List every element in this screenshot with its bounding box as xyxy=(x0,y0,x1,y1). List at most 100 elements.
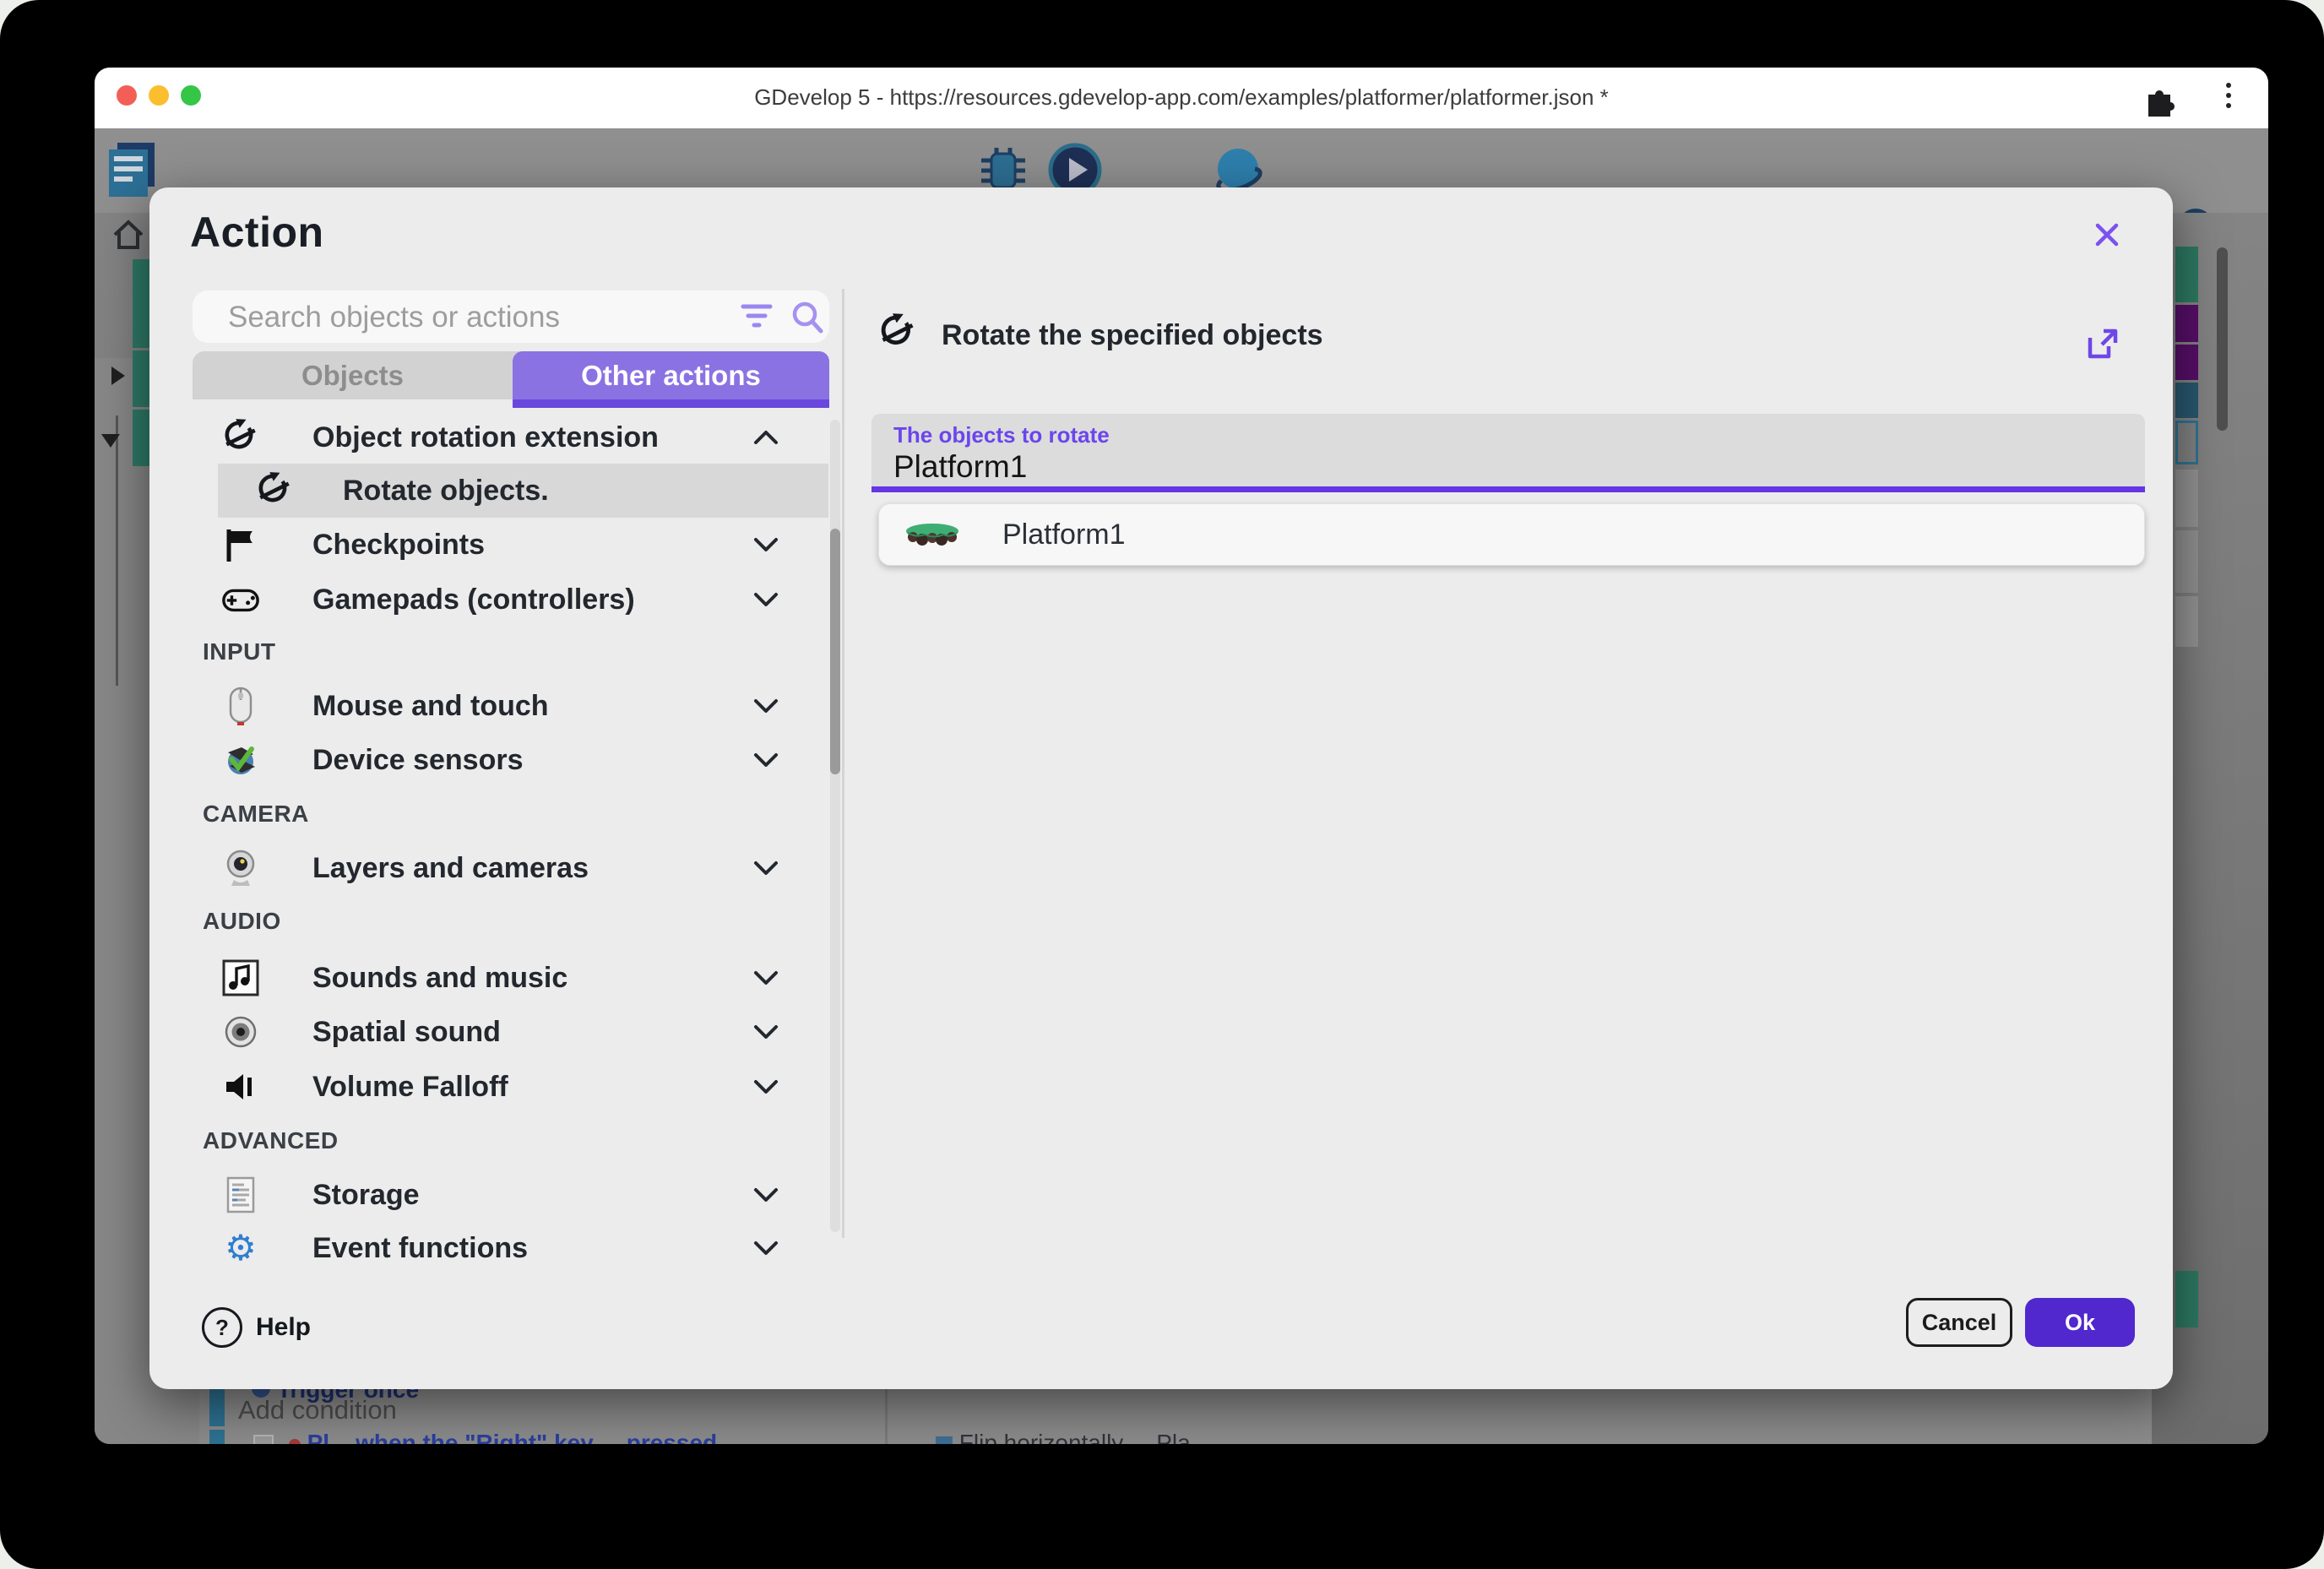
list-item-event-functions[interactable]: ⚙ Event functions xyxy=(193,1220,829,1276)
keyboard-icon xyxy=(253,1435,274,1444)
action-dialog: Action Objects Other actions xyxy=(149,187,2173,1389)
list-item-label: Spatial sound xyxy=(312,1016,501,1049)
list-item-label: Gamepads (controllers) xyxy=(312,584,635,616)
objects-field-underline xyxy=(872,486,2145,492)
list-item-label: Mouse and touch xyxy=(312,690,549,723)
tab-other-actions[interactable]: Other actions xyxy=(513,351,829,399)
scene-block-purple xyxy=(2175,345,2198,380)
add-condition-link: Add condition xyxy=(238,1395,397,1425)
scene-block-gray xyxy=(2175,530,2198,593)
objects-field-input[interactable] xyxy=(892,448,2077,486)
event-action-fragment: Flip horizontally ... Pla... xyxy=(936,1430,1476,1444)
list-scrollbar-thumb[interactable] xyxy=(830,529,840,774)
music-note-icon xyxy=(221,958,260,997)
suggestion-label: Platform1 xyxy=(1002,518,1126,551)
volume-icon xyxy=(221,1067,260,1106)
flip-icon xyxy=(936,1436,953,1444)
rotation-icon xyxy=(877,312,918,353)
rotation-icon xyxy=(255,471,294,510)
event-block xyxy=(133,350,151,407)
chevron-down-icon xyxy=(752,751,780,774)
expand-arrow-icon xyxy=(111,366,125,385)
browser-titlebar: GDevelop 5 - https://resources.gdevelop-… xyxy=(95,68,2268,128)
list-item-label: Object rotation extension xyxy=(312,421,659,454)
browser-menu-kebab-icon[interactable] xyxy=(2226,80,2231,111)
screenshot-frame: GDevelop 5 - https://resources.gdevelop-… xyxy=(0,0,2324,1569)
list-item-label: Rotate objects. xyxy=(343,475,549,508)
storage-icon xyxy=(221,1175,260,1214)
background-scrollbar xyxy=(2217,247,2228,431)
list-item-rotate-objects[interactable]: Rotate objects. xyxy=(218,464,828,518)
event-block xyxy=(133,259,151,348)
chevron-down-icon xyxy=(752,1239,780,1262)
list-item-label: Storage xyxy=(312,1179,420,1212)
tab-objects[interactable]: Objects xyxy=(193,351,513,399)
list-item-label: Layers and cameras xyxy=(312,852,589,885)
list-item-spatial-sound[interactable]: Spatial sound xyxy=(193,1004,829,1060)
help-button[interactable]: ? Help xyxy=(202,1307,311,1348)
list-item-label: Device sensors xyxy=(312,744,524,777)
panel-divider xyxy=(842,289,844,1238)
list-item-object-rotation-extension[interactable]: Object rotation extension xyxy=(193,410,829,465)
chevron-down-icon xyxy=(752,1186,780,1208)
event-column-divider xyxy=(885,1386,888,1444)
scene-block-teal xyxy=(2175,1271,2198,1327)
list-item-device-sensors[interactable]: Device sensors xyxy=(193,732,829,788)
ok-button[interactable]: Ok xyxy=(2025,1298,2135,1347)
list-item-layers-and-cameras[interactable]: Layers and cameras xyxy=(193,840,829,896)
chevron-down-icon xyxy=(752,697,780,719)
list-item-sounds-and-music[interactable]: Sounds and music xyxy=(193,950,829,1006)
help-icon: ? xyxy=(202,1307,242,1348)
chevron-down-icon xyxy=(752,969,780,991)
tab-selected-underline xyxy=(513,399,829,408)
action-description: Rotate the specified objects xyxy=(942,319,1323,352)
section-header-audio: AUDIO xyxy=(203,908,281,935)
list-item-volume-falloff[interactable]: Volume Falloff xyxy=(193,1059,829,1115)
list-item-checkpoints[interactable]: Checkpoints xyxy=(193,517,829,573)
rotation-icon xyxy=(221,418,260,457)
collapse-arrow-icon xyxy=(101,434,120,448)
filter-icon[interactable] xyxy=(740,301,774,332)
event-color-bar xyxy=(209,1386,225,1426)
event-color-bar xyxy=(209,1430,225,1444)
scene-block-gray xyxy=(2175,470,2198,527)
chevron-down-icon xyxy=(752,590,780,613)
home-icon xyxy=(110,216,147,253)
extensions-puzzle-icon[interactable] xyxy=(2142,81,2177,117)
chevron-up-icon xyxy=(752,428,780,451)
platform-thumbnail xyxy=(904,523,960,548)
project-manager-icon xyxy=(106,139,160,202)
help-label: Help xyxy=(256,1313,311,1342)
tree-line xyxy=(116,415,118,686)
list-item-gamepads[interactable]: Gamepads (controllers) xyxy=(193,572,829,627)
open-in-new-icon[interactable] xyxy=(2083,326,2120,363)
chevron-down-icon xyxy=(752,535,780,558)
scene-block-blue xyxy=(2175,383,2198,418)
gear-icon: ⚙ xyxy=(221,1229,260,1268)
cancel-button[interactable]: Cancel xyxy=(1906,1298,2012,1347)
sensors-icon xyxy=(221,741,260,779)
scene-block-teal xyxy=(2175,247,2198,302)
window-title: GDevelop 5 - https://resources.gdevelop-… xyxy=(95,84,2268,111)
event-condition-fragment: Pl... when the "Right" key ... pressed .… xyxy=(253,1430,878,1444)
scene-block-outline xyxy=(2175,421,2198,464)
webcam-icon xyxy=(221,849,260,888)
close-icon[interactable] xyxy=(2088,216,2126,253)
search-icon[interactable] xyxy=(789,299,826,336)
chevron-down-icon xyxy=(752,859,780,882)
object-suggestion-row[interactable]: Platform1 xyxy=(878,503,2145,566)
list-item-mouse-and-touch[interactable]: Mouse and touch xyxy=(193,678,829,734)
list-item-label: Event functions xyxy=(312,1232,528,1265)
objects-field: The objects to rotate xyxy=(872,414,2145,488)
tab-bar: Objects Other actions xyxy=(193,351,829,399)
dialog-title: Action xyxy=(190,208,324,257)
section-header-camera: CAMERA xyxy=(203,801,309,828)
mouse-icon xyxy=(221,687,260,725)
search-input[interactable] xyxy=(226,297,703,338)
scene-block-purple xyxy=(2175,305,2198,342)
scene-block-gray xyxy=(2175,596,2198,647)
objects-field-label: The objects to rotate xyxy=(893,422,1110,448)
list-item-label: Sounds and music xyxy=(312,962,567,995)
chevron-down-icon xyxy=(752,1023,780,1045)
list-item-storage[interactable]: Storage xyxy=(193,1167,829,1223)
